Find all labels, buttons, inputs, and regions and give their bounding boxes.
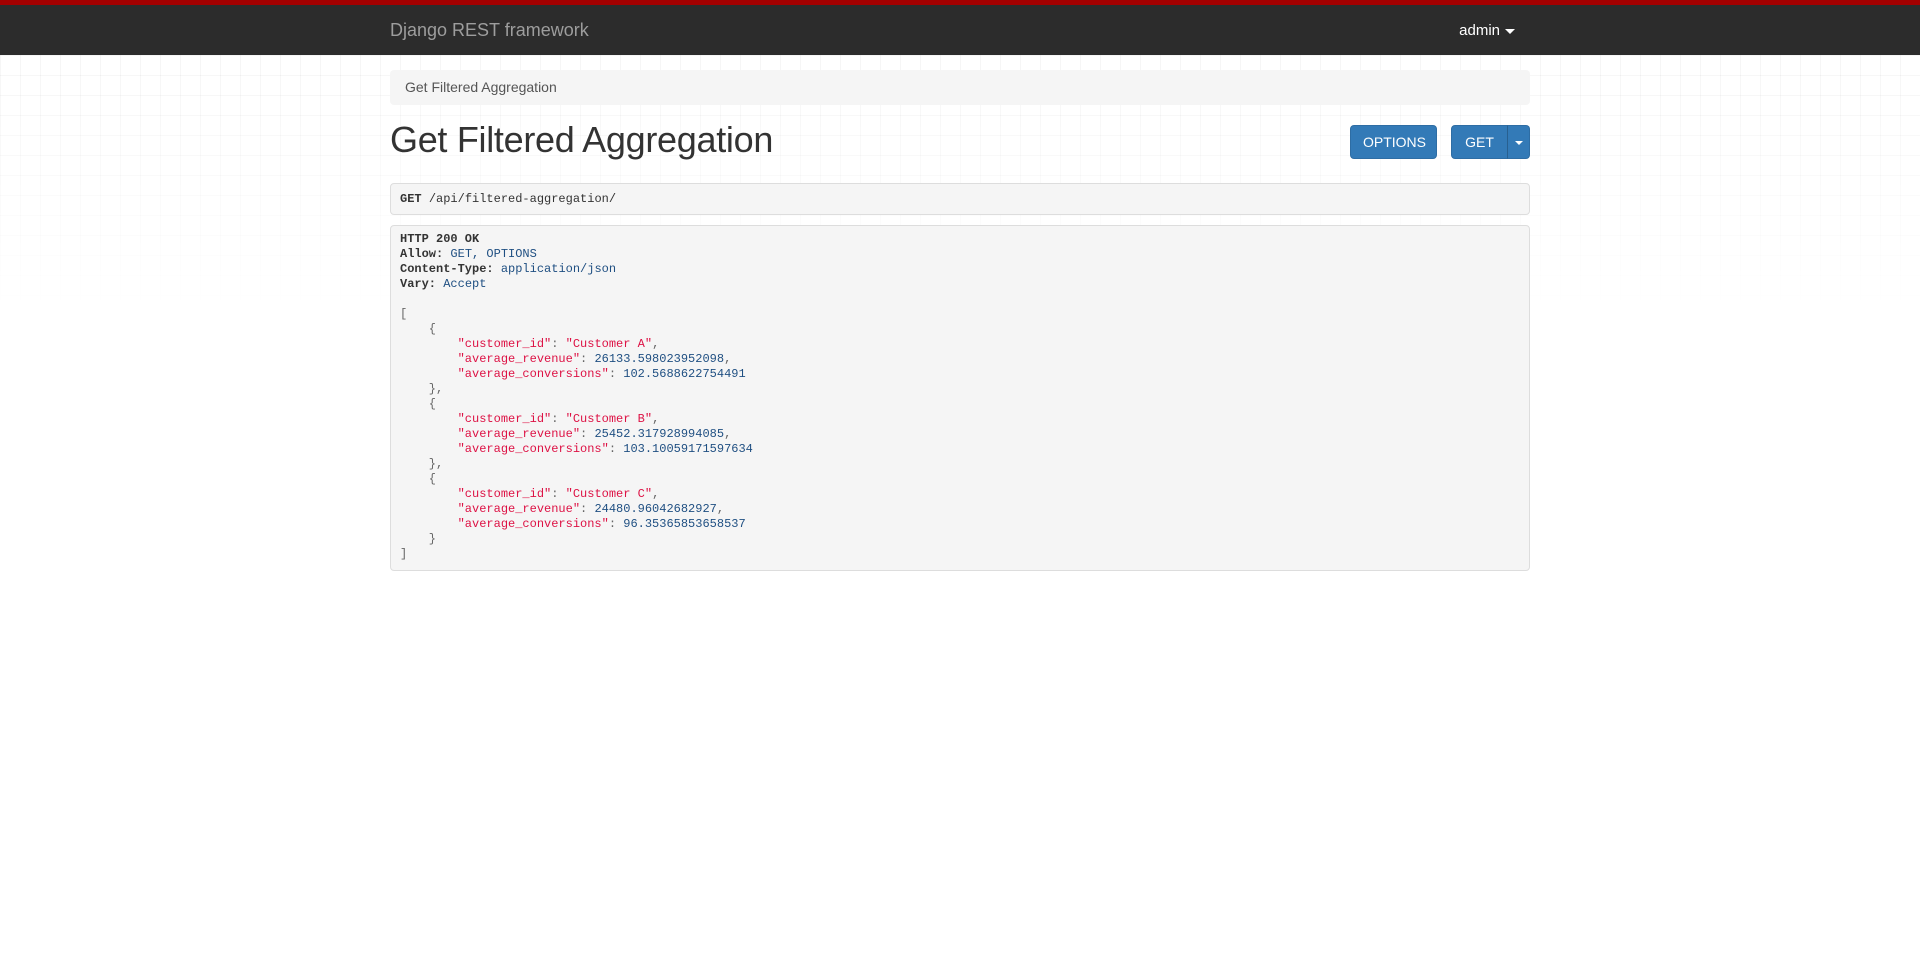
json-object-open: {: [400, 322, 437, 336]
json-line-average-revenue: "average_revenue": 25452.317928994085,: [457, 427, 732, 441]
json-line-average-conversions: "average_conversions": 102.5688622754491: [457, 367, 746, 381]
json-line-customer-id: "customer_id": "Customer A",: [457, 337, 660, 351]
caret-down-icon: [1514, 141, 1523, 146]
json-line-average-conversions: "average_conversions": 103.1005917159763…: [457, 442, 753, 456]
json-line-average-revenue: "average_revenue": 24480.96042682927,: [457, 502, 725, 516]
request-info: GET /api/filtered-aggregation/: [390, 183, 1530, 215]
page-header: Get Filtered Aggregation OPTIONS GET: [390, 115, 1530, 183]
get-format-dropdown-toggle[interactable]: [1507, 125, 1530, 159]
breadcrumb-item-active: Get Filtered Aggregation: [405, 79, 557, 95]
user-menu-dropdown[interactable]: admin: [1459, 22, 1515, 39]
options-button[interactable]: OPTIONS: [1350, 125, 1437, 159]
request-method: GET: [400, 192, 422, 206]
json-array-open: [: [400, 307, 408, 321]
request-path: /api/filtered-aggregation/: [428, 192, 617, 206]
get-button[interactable]: GET: [1451, 125, 1508, 159]
json-object-close: },: [400, 382, 444, 396]
user-name: admin: [1459, 22, 1500, 39]
json-line-average-conversions: "average_conversions": 96.35365853658537: [457, 517, 746, 531]
response-info: HTTP 200 OK Allow: GET, OPTIONS Content-…: [390, 225, 1530, 571]
json-object-close: }: [400, 532, 437, 546]
json-line-customer-id: "customer_id": "Customer B",: [457, 412, 660, 426]
navbar: Django REST framework admin: [0, 0, 1920, 55]
response-header-allow: Allow: GET, OPTIONS: [400, 247, 537, 261]
response-header-vary: Vary: Accept: [400, 277, 487, 291]
navbar-inner: Django REST framework admin: [390, 5, 1530, 55]
json-line-average-revenue: "average_revenue": 26133.598023952098,: [457, 352, 732, 366]
json-array-close: ]: [400, 547, 408, 561]
page-title: Get Filtered Aggregation: [390, 119, 774, 160]
json-object-close: },: [400, 457, 444, 471]
caret-down-icon: [1505, 28, 1515, 34]
json-line-customer-id: "customer_id": "Customer C",: [457, 487, 660, 501]
json-object-open: {: [400, 397, 437, 411]
brand-link[interactable]: Django REST framework: [390, 20, 589, 41]
json-object-open: {: [400, 472, 437, 486]
breadcrumb: Get Filtered Aggregation: [390, 70, 1530, 105]
response-header-content-type: Content-Type: application/json: [400, 262, 617, 276]
main-container: Get Filtered Aggregation Get Filtered Ag…: [390, 70, 1530, 571]
response-status: HTTP 200 OK: [400, 232, 480, 246]
